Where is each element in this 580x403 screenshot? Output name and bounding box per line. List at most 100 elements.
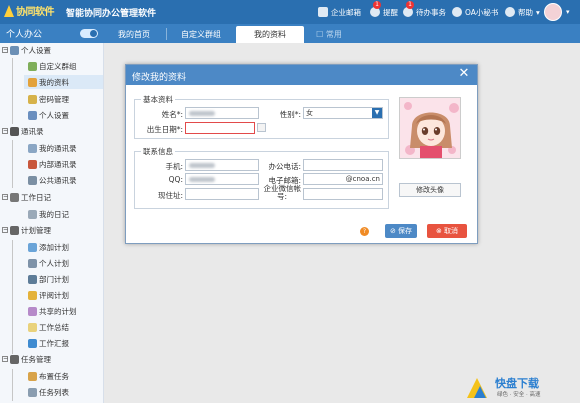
sidebar-group-contacts[interactable]: − 通讯录 bbox=[2, 124, 44, 138]
wechat-field[interactable] bbox=[303, 188, 383, 200]
tree-line bbox=[12, 369, 13, 401]
sidebar-item-work-report[interactable]: 工作汇报 bbox=[28, 336, 69, 350]
address-field[interactable] bbox=[185, 188, 259, 200]
app-title: 智能协同办公管理软件 bbox=[66, 9, 157, 19]
add-plan-icon bbox=[28, 242, 37, 252]
edit-profile-dialog: 修改我的资料 ✕ 基本资料 姓名*: 性别*: 女 ▼ 出生日期*: 联系信息 … bbox=[125, 64, 478, 244]
sidebar-group-diary[interactable]: − 工作日记 bbox=[2, 190, 51, 204]
module-title: 个人办公 bbox=[6, 30, 43, 40]
address-book-icon bbox=[10, 126, 19, 136]
sidebar-item-internal-contacts[interactable]: 内部通讯录 bbox=[28, 157, 77, 171]
summary-icon bbox=[28, 322, 37, 332]
watermark-brand: 快盘下载 bbox=[495, 377, 539, 390]
top-header: 协同软件 智能协同办公管理软件 企业邮箱 1 提醒 1 待办事务 OA小秘书 帮… bbox=[0, 0, 580, 24]
sidebar-item-my-profile[interactable]: 我的资料 bbox=[24, 75, 103, 89]
user-avatar[interactable] bbox=[544, 3, 562, 21]
sidebar-item-my-diary[interactable]: 我的日记 bbox=[28, 207, 69, 221]
email-field[interactable]: @cnoa.cn bbox=[303, 173, 383, 185]
mobile-label: 手机: bbox=[165, 162, 183, 171]
tree-line bbox=[12, 240, 13, 354]
office-phone-label: 办公电话: bbox=[268, 162, 301, 171]
sidebar-item-personal-plan[interactable]: 个人计划 bbox=[28, 256, 69, 270]
todo-button[interactable]: 1 待办事务 bbox=[403, 1, 446, 20]
help-button[interactable]: 帮助 ▾ bbox=[505, 4, 540, 20]
module-bar: 个人办公 我的首页 自定义群组 我的资料 ☐ 常用 bbox=[0, 24, 580, 43]
close-icon[interactable]: ✕ bbox=[457, 67, 471, 81]
notebook-icon bbox=[28, 209, 37, 219]
star-icon bbox=[28, 290, 37, 300]
qq-field[interactable] bbox=[185, 173, 259, 185]
tree-line bbox=[12, 140, 13, 188]
help-icon bbox=[505, 7, 515, 17]
profile-photo bbox=[399, 97, 461, 159]
list-icon bbox=[28, 387, 37, 397]
sidebar-toggle[interactable] bbox=[80, 29, 98, 38]
sidebar-group-plans[interactable]: − 计划管理 bbox=[2, 223, 51, 237]
save-button[interactable]: ⊘ 保存 bbox=[385, 224, 417, 238]
public-contacts-icon bbox=[28, 175, 37, 185]
sidebar-group-personal-settings[interactable]: − 个人设置 bbox=[2, 43, 51, 57]
sidebar-item-password[interactable]: 密码管理 bbox=[28, 92, 69, 106]
internal-contacts-icon bbox=[28, 159, 37, 169]
sidebar: − 个人设置 自定义群组 我的资料 密码管理 个人设置 − 通讯录 我的通讯录 … bbox=[0, 43, 104, 403]
sidebar-item-public-contacts[interactable]: 公共通讯录 bbox=[28, 173, 77, 187]
change-avatar-button[interactable]: 修改头像 bbox=[399, 183, 461, 197]
tab-home[interactable]: 我的首页 bbox=[106, 26, 162, 43]
help-icon[interactable]: ? bbox=[360, 227, 369, 236]
mobile-field[interactable] bbox=[185, 159, 259, 171]
sidebar-item-assign-task[interactable]: 布置任务 bbox=[28, 369, 69, 383]
sidebar-item-shared-plan[interactable]: 共享的计划 bbox=[28, 304, 77, 318]
cancel-button[interactable]: ⊗ 取消 bbox=[427, 224, 467, 238]
collapse-icon: − bbox=[2, 127, 9, 134]
group-icon bbox=[28, 61, 37, 71]
chevron-down-icon: ▾ bbox=[536, 7, 540, 17]
wechat-label: 企业微信帐 号: bbox=[263, 184, 302, 201]
sidebar-item-department-plan[interactable]: 部门计划 bbox=[28, 272, 69, 286]
gender-select[interactable]: 女 ▼ bbox=[303, 107, 383, 119]
sidebar-item-personal-settings[interactable]: 个人设置 bbox=[28, 108, 69, 122]
collapse-icon: − bbox=[2, 46, 9, 53]
personal-plan-icon bbox=[28, 258, 37, 268]
birthday-field[interactable] bbox=[185, 122, 255, 134]
report-icon bbox=[28, 338, 37, 348]
tab-frequent[interactable]: ☐ 常用 bbox=[312, 26, 346, 43]
save-icon: ⊘ bbox=[389, 227, 396, 235]
address-label: 现住址: bbox=[157, 191, 183, 200]
tab-custom-group[interactable]: 自定义群组 bbox=[170, 26, 232, 43]
mail-button[interactable]: 企业邮箱 bbox=[318, 4, 361, 20]
todo-badge: 1 bbox=[406, 1, 414, 9]
name-field[interactable] bbox=[185, 107, 259, 119]
sidebar-item-my-contacts[interactable]: 我的通讯录 bbox=[28, 141, 77, 155]
contacts-icon bbox=[28, 143, 37, 153]
sidebar-group-tasks[interactable]: − 任务管理 bbox=[2, 352, 51, 366]
tab-my-profile[interactable]: 我的资料 bbox=[236, 26, 304, 43]
dialog-title: 修改我的资料 bbox=[132, 73, 187, 83]
office-phone-field[interactable] bbox=[303, 159, 383, 171]
gender-label: 性别*: bbox=[279, 110, 301, 119]
sidebar-item-custom-group[interactable]: 自定义群组 bbox=[28, 59, 77, 73]
sidebar-item-add-plan[interactable]: 添加计划 bbox=[28, 240, 69, 254]
watermark-logo: 快盘下载 绿色 · 安全 · 高速 bbox=[465, 374, 577, 400]
settings-user-icon bbox=[28, 110, 37, 120]
sidebar-item-review-plan[interactable]: 评阅计划 bbox=[28, 288, 69, 302]
sidebar-item-work-summary[interactable]: 工作总结 bbox=[28, 320, 69, 334]
task-icon bbox=[10, 354, 19, 364]
cancel-icon: ⊗ bbox=[435, 227, 442, 235]
collapse-icon: − bbox=[2, 193, 9, 200]
mail-icon bbox=[318, 7, 328, 17]
share-icon bbox=[28, 306, 37, 316]
user-icon bbox=[10, 45, 19, 55]
watermark-slogan: 绿色 · 安全 · 高速 bbox=[497, 392, 541, 398]
birthday-label: 出生日期*: bbox=[146, 125, 183, 134]
tree-line bbox=[12, 58, 13, 124]
reminder-button[interactable]: 1 提醒 bbox=[370, 1, 398, 20]
sidebar-item-task-list[interactable]: 任务列表 bbox=[28, 385, 69, 399]
calendar-icon[interactable] bbox=[257, 123, 266, 132]
collapse-icon: − bbox=[2, 355, 9, 362]
contact-info-legend: 联系信息 bbox=[141, 146, 175, 157]
frequent-icon: ☐ bbox=[316, 30, 324, 39]
avatar-chevron-icon[interactable]: ▾ bbox=[566, 8, 570, 16]
collapse-icon: − bbox=[2, 226, 9, 233]
secretary-icon bbox=[452, 7, 462, 17]
secretary-button[interactable]: OA小秘书 bbox=[452, 4, 498, 20]
